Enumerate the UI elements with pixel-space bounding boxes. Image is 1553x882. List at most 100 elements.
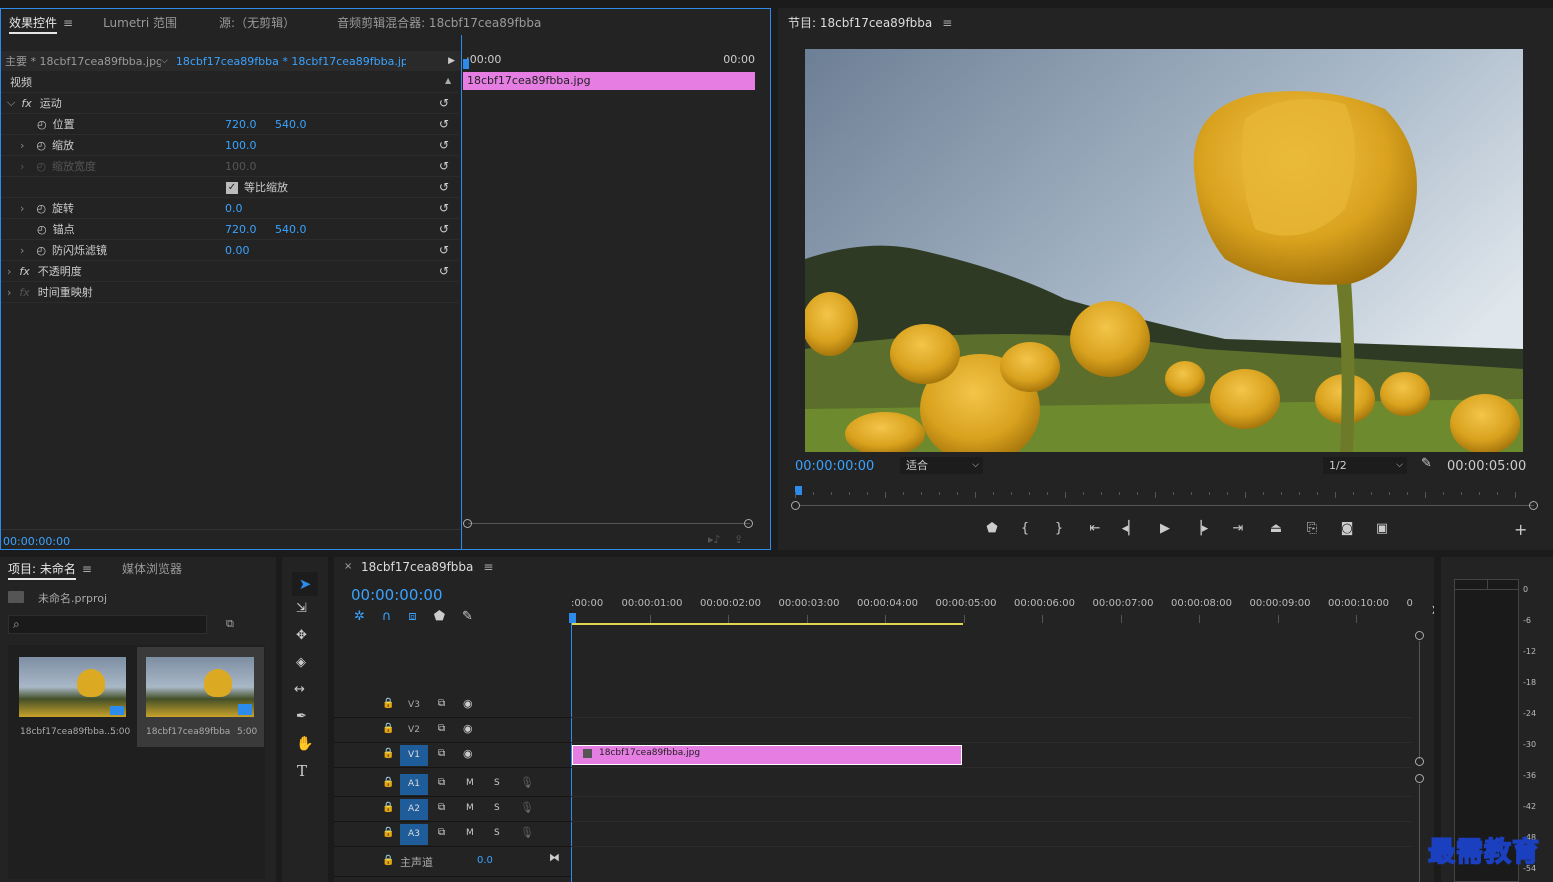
timeline-clip-v1[interactable]: 18cbf17cea89fbba.jpg — [572, 745, 962, 765]
sequence-tab[interactable]: 18cbf17cea89fbba ≡ — [361, 560, 493, 574]
solo-button[interactable]: S — [494, 828, 500, 838]
zoom-handle-left[interactable] — [791, 501, 800, 510]
reset-icon[interactable]: ↺ — [439, 181, 453, 193]
settings-wrench-icon[interactable]: ✎ — [462, 609, 473, 624]
chevron-right-icon[interactable]: › — [1, 265, 11, 278]
stopwatch-icon[interactable]: ◴ — [37, 223, 47, 236]
sequence-clip-label[interactable]: 18cbf17cea89fbba * 18cbf17cea89fbba.jpg — [176, 55, 406, 68]
selection-tool-icon[interactable]: ➤ — [292, 572, 318, 596]
toggle-sync-icon[interactable]: ⧉ — [438, 748, 445, 759]
resolution-dropdown[interactable]: 1/2 ⌵ — [1323, 457, 1407, 474]
export-icon[interactable]: ⇪ — [734, 533, 743, 546]
expand-chevron-icon[interactable]: ⌵ — [1, 96, 15, 110]
reset-icon[interactable]: ↺ — [439, 118, 453, 130]
mark-out-icon[interactable]: } — [1040, 521, 1078, 536]
lock-icon[interactable]: 🔒 — [382, 777, 394, 788]
stopwatch-icon[interactable]: ◴ — [36, 139, 46, 152]
track-lane-a2[interactable] — [571, 797, 1412, 822]
zoom-bar[interactable] — [800, 505, 1534, 506]
lock-icon[interactable]: 🔒 — [382, 802, 394, 813]
project-item[interactable]: 18cbf17cea89fbba 5:00 — [137, 647, 264, 747]
toggle-sync-icon[interactable]: ⧉ — [438, 827, 445, 838]
track-lane-a3[interactable] — [571, 822, 1412, 847]
reset-icon[interactable]: ↺ — [439, 202, 453, 214]
ripple-edit-tool-icon[interactable]: ✥ — [296, 628, 307, 643]
program-timecode[interactable]: 00:00:00:00 — [795, 459, 874, 474]
chevron-right-icon[interactable]: › — [1, 286, 11, 299]
scale-value[interactable]: 100.0 — [225, 139, 257, 152]
eye-icon[interactable]: ◉ — [463, 722, 473, 735]
master-clip-label[interactable]: 主要 * 18cbf17cea89fbba.jpg — [1, 53, 161, 69]
go-to-out-icon[interactable]: ⇥ — [1218, 521, 1258, 536]
mute-button[interactable]: M — [466, 803, 474, 813]
play-icon[interactable]: ▶ — [1148, 521, 1182, 536]
lock-icon[interactable]: 🔒 — [382, 827, 394, 838]
toggle-sync-icon[interactable]: ⧉ — [438, 777, 445, 788]
track-target-a3[interactable]: A3 — [400, 824, 428, 845]
add-button-icon[interactable]: + — [1514, 520, 1527, 539]
playhead-icon[interactable] — [795, 486, 802, 495]
v-scroll-track[interactable] — [1419, 641, 1420, 759]
anchor-y-value[interactable]: 540.0 — [275, 223, 307, 236]
scroll-handle-right[interactable] — [744, 519, 753, 528]
toggle-sync-icon[interactable]: ⧉ — [438, 723, 445, 734]
camera-icon[interactable]: ◙ — [1330, 521, 1364, 536]
toggle-sync-icon[interactable]: ⧉ — [438, 802, 445, 813]
master-volume-value[interactable]: 0.0 — [477, 855, 493, 866]
collapse-up-icon[interactable]: ▲ — [445, 76, 451, 85]
scroll-handle-left[interactable] — [463, 519, 472, 528]
tab-lumetri-scopes[interactable]: Lumetri 范围 — [95, 14, 185, 31]
playhead-icon[interactable] — [463, 59, 469, 69]
close-icon[interactable]: × — [344, 561, 352, 572]
reset-icon[interactable]: ↺ — [439, 265, 453, 277]
type-tool-icon[interactable]: T — [297, 762, 307, 780]
tab-media-browser[interactable]: 媒体浏览器 — [122, 560, 182, 577]
snap-magnet-icon[interactable]: ∩ — [382, 609, 392, 624]
time-ruler[interactable]: :00:00 00:00:01:00 00:00:02:00 00:00:03:00 0… — [569, 595, 1426, 627]
stopwatch-icon[interactable]: ◴ — [37, 118, 47, 131]
tab-audio-clip-mixer[interactable]: 音频剪辑混合器: 18cbf17cea89fbba — [329, 14, 549, 31]
reset-icon[interactable]: ↺ — [439, 223, 453, 235]
flicker-value[interactable]: 0.00 — [225, 244, 250, 257]
menu-icon[interactable]: ≡ — [942, 16, 952, 30]
new-bin-icon[interactable]: ⧉ — [226, 617, 234, 631]
solo-button[interactable]: S — [494, 778, 500, 788]
add-marker-icon[interactable]: ⬟ — [434, 609, 445, 624]
menu-icon[interactable]: ≡ — [82, 562, 92, 576]
track-target-v2[interactable]: V2 — [400, 720, 428, 741]
microphone-icon[interactable]: 🎙 — [520, 826, 534, 839]
stopwatch-icon[interactable]: ◴ — [36, 244, 46, 257]
extract-icon[interactable]: ⎘ — [1294, 521, 1330, 536]
project-item[interactable]: 18cbf17cea89fbba.... 5:00 — [10, 647, 134, 747]
chevron-right-icon[interactable]: › — [20, 244, 24, 257]
reset-icon[interactable]: ↺ — [439, 139, 453, 151]
program-video-frame[interactable] — [805, 49, 1523, 452]
play-triangle-icon[interactable]: ▶ — [448, 56, 455, 66]
project-search-input[interactable]: ⌕ — [8, 615, 207, 634]
tab-effect-controls[interactable]: 效果控件 ≡ — [1, 14, 81, 34]
anchor-x-value[interactable]: 720.0 — [225, 223, 257, 236]
reset-icon[interactable]: ↺ — [439, 160, 453, 172]
menu-icon[interactable]: ≡ — [483, 560, 493, 574]
audio-icon[interactable]: ▸♪ — [708, 533, 721, 546]
go-to-end-icon[interactable]: ⧓ — [549, 851, 560, 864]
nest-icon[interactable]: ✲ — [354, 609, 365, 624]
rotation-value[interactable]: 0.0 — [225, 202, 243, 215]
timeline-timecode[interactable]: 00:00:00:00 — [351, 586, 443, 604]
mark-in-icon[interactable]: { — [1010, 521, 1040, 536]
lock-icon[interactable]: 🔒 — [382, 855, 394, 866]
menu-icon[interactable]: ≡ — [63, 16, 73, 30]
uniform-scale-checkbox[interactable]: ✓ — [226, 182, 238, 194]
razor-tool-icon[interactable]: ◈ — [296, 655, 306, 670]
solo-button[interactable]: S — [494, 803, 500, 813]
tab-source[interactable]: 源:（无剪辑） — [211, 14, 303, 31]
wrench-icon[interactable]: ✎ — [1421, 456, 1432, 471]
track-target-a1[interactable]: A1 — [400, 774, 428, 795]
track-target-a2[interactable]: A2 — [400, 799, 428, 820]
effect-current-time[interactable]: 00:00:00:00 — [3, 535, 70, 548]
a-scroll-handle[interactable] — [1415, 774, 1424, 783]
effect-motion[interactable]: ⌵ fx 运动 ↺ — [1, 93, 459, 114]
reset-icon[interactable]: ↺ — [439, 244, 453, 256]
eye-icon[interactable]: ◉ — [463, 697, 473, 710]
toggle-sync-icon[interactable]: ⧉ — [438, 698, 445, 709]
